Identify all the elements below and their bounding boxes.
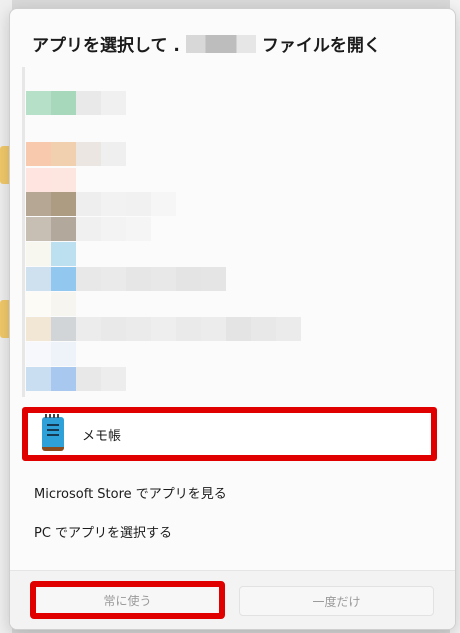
redacted-block (76, 91, 101, 115)
redacted-block (51, 317, 76, 341)
redacted-block (201, 317, 226, 341)
redacted-block (26, 217, 51, 241)
redacted-block (151, 267, 176, 291)
redacted-block (76, 317, 101, 341)
redacted-block (126, 192, 151, 216)
store-link[interactable]: Microsoft Store でアプリを見る (34, 483, 227, 502)
redacted-block (26, 292, 51, 316)
redacted-block (251, 317, 276, 341)
redacted-block (26, 367, 51, 391)
redacted-block (51, 367, 76, 391)
redacted-block (151, 317, 176, 341)
app-list[interactable] (22, 67, 442, 397)
redacted-block (26, 91, 51, 115)
redacted-block (101, 91, 126, 115)
redacted-block (51, 192, 76, 216)
redacted-block (26, 142, 51, 166)
redacted-block (76, 267, 101, 291)
redacted-block (101, 217, 126, 241)
redacted-block (101, 317, 126, 341)
redacted-block (26, 168, 51, 192)
redacted-block (26, 267, 51, 291)
redacted-block (126, 267, 151, 291)
app-item-label: メモ帳 (82, 428, 122, 444)
redacted-block (51, 342, 76, 366)
redacted-block (226, 317, 251, 341)
app-list-item-redacted[interactable] (26, 317, 301, 341)
redacted-block (201, 267, 226, 291)
app-list-item-redacted[interactable] (26, 367, 126, 391)
redacted-block (126, 317, 151, 341)
redacted-block (126, 217, 151, 241)
app-list-item-redacted[interactable] (26, 192, 176, 216)
redacted-block (76, 367, 101, 391)
redacted-block (76, 217, 101, 241)
pc-link[interactable]: PC でアプリを選択する (34, 522, 172, 541)
redacted-block (176, 317, 201, 341)
redacted-block (51, 267, 76, 291)
redacted-block (26, 242, 51, 266)
app-list-item-redacted[interactable] (26, 342, 76, 366)
redacted-block (51, 217, 76, 241)
app-list-item-redacted[interactable] (26, 292, 76, 316)
notepad-icon (42, 414, 64, 451)
dialog-title-prefix: アプリを選択して . (32, 36, 180, 56)
redacted-block (101, 142, 126, 166)
app-list-item-redacted[interactable] (26, 168, 76, 192)
always-use-button[interactable]: 常に使う (30, 581, 225, 619)
redacted-extension (185, 34, 256, 53)
redacted-block (101, 192, 126, 216)
open-with-dialog: アプリを選択して . ファイルを開く メモ帳 Microsoft Store で… (9, 8, 456, 630)
app-list-item-redacted[interactable] (26, 142, 126, 166)
dialog-footer: 常に使う 一度だけ (10, 570, 455, 629)
redacted-block (176, 267, 201, 291)
redacted-block (101, 367, 126, 391)
list-scrollbar[interactable] (22, 67, 25, 397)
redacted-block (276, 317, 301, 341)
app-item-notepad[interactable]: メモ帳 (22, 407, 437, 461)
dialog-title-suffix: ファイルを開く (261, 36, 381, 56)
app-list-item-redacted[interactable] (26, 242, 76, 266)
redacted-block (51, 91, 76, 115)
redacted-block (51, 168, 76, 192)
redacted-block (51, 142, 76, 166)
redacted-block (51, 292, 76, 316)
redacted-block (26, 192, 51, 216)
redacted-block (26, 317, 51, 341)
just-once-button[interactable]: 一度だけ (239, 586, 434, 616)
redacted-block (101, 267, 126, 291)
app-list-item-redacted[interactable] (26, 91, 126, 115)
redacted-block (151, 192, 176, 216)
redacted-block (76, 142, 101, 166)
redacted-block (51, 242, 76, 266)
app-list-item-redacted[interactable] (26, 217, 151, 241)
redacted-block (26, 342, 51, 366)
dialog-title: アプリを選択して . ファイルを開く (32, 31, 381, 56)
redacted-block (76, 192, 101, 216)
app-list-item-redacted[interactable] (26, 267, 226, 291)
